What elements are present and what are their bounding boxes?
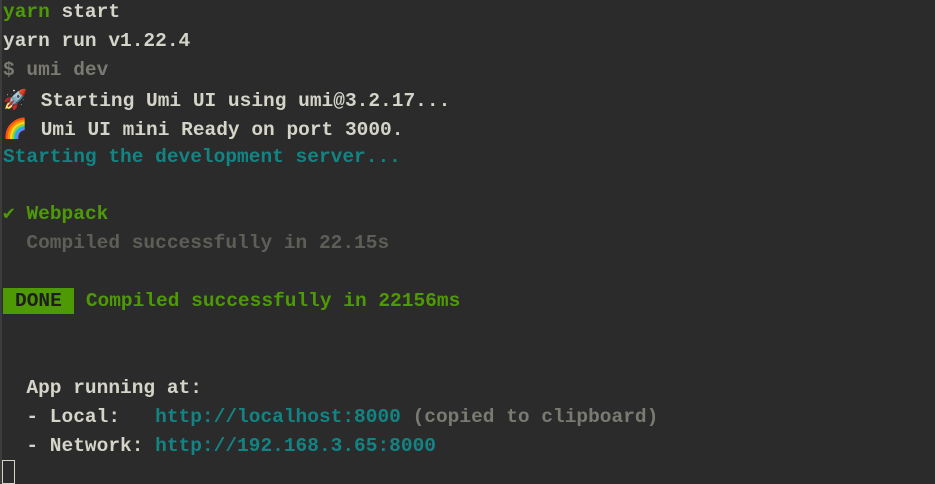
terminal-line-umi-dev: $ umi dev [3, 59, 109, 81]
terminal-cursor [2, 460, 15, 484]
terminal-line-yarn-start: yarn start [3, 0, 120, 27]
terminal-window[interactable]: yarn start yarn run v1.22.4 $ umi dev 🚀 … [0, 0, 935, 484]
network-label: - Network: [3, 435, 156, 457]
done-message: Compiled successfully in 22156ms [85, 290, 461, 312]
terminal-line-starting-dev: Starting the development server... [3, 146, 401, 168]
local-label: - Local: [3, 406, 156, 428]
terminal-line-app-running: App running at: [3, 377, 202, 399]
rainbow-icon: 🌈 [3, 117, 28, 140]
terminal-line-webpack-compiled: Compiled successfully in 22.15s [3, 232, 390, 254]
umi-ready-text: Umi UI mini Ready on port 3000. [40, 119, 404, 141]
starting-umi-text: Starting Umi UI using umi@3.2.17... [40, 90, 451, 112]
yarn-command-prefix: yarn [3, 1, 50, 23]
terminal-line-done: DONE Compiled successfully in 22156ms [3, 287, 460, 316]
yarn-command-rest: start [49, 1, 121, 23]
terminal-left-border [0, 0, 2, 484]
rocket-icon: 🚀 [3, 88, 28, 111]
terminal-line-umi-ready: 🌈 Umi UI mini Ready on port 3000. [3, 114, 403, 143]
terminal-line-webpack: ✔ Webpack [3, 200, 108, 229]
local-url-link[interactable]: http://localhost:8000 [155, 406, 401, 428]
terminal-line-yarn-version: yarn run v1.22.4 [3, 30, 191, 52]
webpack-label: Webpack [26, 203, 109, 225]
terminal-line-starting-umi: 🚀 Starting Umi UI using umi@3.2.17... [3, 85, 450, 114]
network-url-link[interactable]: http://192.168.3.65:8000 [155, 435, 436, 457]
done-badge: DONE [3, 287, 74, 314]
local-clipboard-note: (copied to clipboard) [400, 406, 659, 428]
check-icon: ✔ [3, 203, 15, 225]
terminal-line-network: - Network: http://192.168.3.65:8000 [3, 432, 436, 461]
terminal-line-local: - Local: http://localhost:8000 (copied t… [3, 403, 658, 432]
